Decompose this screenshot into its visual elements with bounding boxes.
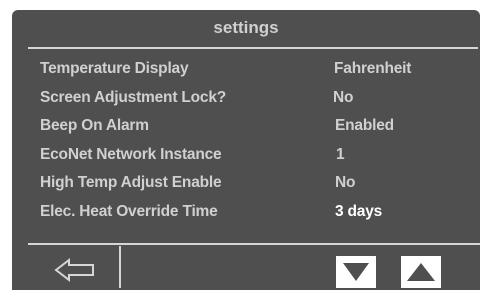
setting-row-temperature-display[interactable]: Temperature Display Fahrenheit (12, 56, 480, 85)
setting-label: Beep On Alarm (40, 117, 149, 135)
setting-row-high-temp-adjust-enable[interactable]: High Temp Adjust Enable No (12, 170, 480, 199)
setting-label: Elec. Heat Override Time (40, 202, 218, 220)
setting-row-screen-adjustment-lock[interactable]: Screen Adjustment Lock? No (12, 85, 480, 114)
header-divider (28, 47, 478, 49)
scroll-up-button[interactable] (401, 256, 441, 288)
back-button[interactable] (40, 254, 110, 286)
setting-value-selected: 3 days (335, 202, 383, 220)
setting-label: Screen Adjustment Lock? (40, 88, 227, 106)
setting-label: Temperature Display (40, 60, 189, 77)
triangle-up-icon (407, 263, 435, 281)
setting-row-beep-on-alarm[interactable]: Beep On Alarm Enabled (12, 113, 480, 142)
footer-divider (28, 243, 480, 245)
footer (12, 246, 480, 290)
setting-value: Enabled (335, 117, 394, 135)
setting-value: 1 (336, 145, 345, 163)
setting-row-elec-heat-override-time[interactable]: Elec. Heat Override Time 3 days (12, 199, 480, 228)
triangle-down-icon (343, 263, 369, 281)
left-arrow-outline-icon (54, 257, 94, 283)
setting-value: No (333, 88, 354, 106)
setting-value: No (335, 174, 356, 192)
header: settings (12, 10, 480, 48)
setting-label: High Temp Adjust Enable (40, 174, 222, 192)
settings-list: Temperature Display Fahrenheit Screen Ad… (12, 56, 480, 228)
setting-label: EcoNet Network Instance (40, 145, 222, 163)
settings-screen: settings Temperature Display Fahrenheit … (12, 10, 480, 290)
footer-separator (119, 246, 121, 288)
page-title: settings (213, 18, 279, 37)
setting-value: Fahrenheit (334, 60, 412, 77)
scroll-down-button[interactable] (336, 256, 376, 288)
setting-row-econet-network-instance[interactable]: EcoNet Network Instance 1 (12, 142, 480, 171)
